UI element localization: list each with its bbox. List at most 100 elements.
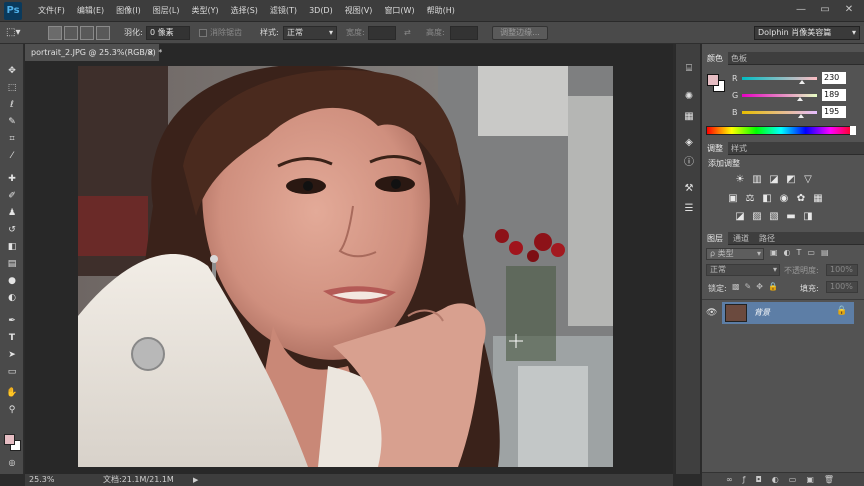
stamp-tool-icon[interactable]: ♟: [4, 206, 20, 221]
color-panel-foreground-swatch[interactable]: [707, 74, 719, 86]
menu-type[interactable]: 类型(Y): [185, 0, 224, 22]
refine-edge-button[interactable]: 调整边缘...: [492, 26, 548, 40]
menu-3d[interactable]: 3D(D): [303, 0, 339, 22]
height-input[interactable]: [450, 26, 478, 40]
subtract-selection-icon[interactable]: [80, 26, 94, 40]
layer-filter-icons[interactable]: ▣◐T▭▤: [770, 248, 860, 260]
blue-slider-handle[interactable]: [798, 114, 804, 118]
tab-swatches[interactable]: 色板: [726, 52, 752, 65]
menu-filter[interactable]: 滤镜(T): [264, 0, 303, 22]
tab-paths[interactable]: 路径: [754, 232, 780, 245]
lasso-tool-icon[interactable]: ℓ: [4, 98, 20, 113]
shape-tool-icon[interactable]: ▭: [4, 365, 20, 380]
green-slider[interactable]: [742, 94, 817, 97]
menu-layer[interactable]: 图层(L): [147, 0, 186, 22]
document-tab[interactable]: portrait_2.JPG @ 25.3%(RGB/8) * ×: [25, 44, 162, 61]
eyedropper-tool-icon[interactable]: ⁄: [4, 149, 20, 164]
layer-row-background[interactable]: 背景 🔒: [722, 302, 854, 324]
zoom-level[interactable]: 25.3%: [29, 474, 54, 486]
menu-help[interactable]: 帮助(H): [421, 0, 461, 22]
feather-input[interactable]: 0 像素: [146, 26, 190, 40]
type-tool-icon[interactable]: T: [4, 331, 20, 346]
gradient-tool-icon[interactable]: ▤: [4, 257, 20, 272]
color-balance-icon[interactable]: ⚖: [744, 193, 756, 205]
menu-image[interactable]: 图像(I): [110, 0, 147, 22]
green-slider-handle[interactable]: [797, 97, 803, 101]
threshold-icon[interactable]: ▧: [768, 211, 780, 223]
black-white-icon[interactable]: ◧: [761, 193, 773, 205]
fill-input[interactable]: 100%: [826, 281, 858, 293]
tab-adjustments[interactable]: 调整: [702, 142, 728, 155]
menu-window[interactable]: 窗口(W): [378, 0, 420, 22]
channel-mixer-icon[interactable]: ✿: [795, 193, 807, 205]
path-select-tool-icon[interactable]: ➤: [4, 348, 20, 363]
style-select[interactable]: 正常 ▾: [283, 26, 337, 40]
green-value-input[interactable]: 189: [822, 89, 846, 101]
marquee-tool-icon[interactable]: ⬚: [4, 81, 20, 96]
pen-tool-icon[interactable]: ✒: [4, 314, 20, 329]
crop-tool-icon[interactable]: ⌗: [4, 132, 20, 147]
color-lookup-icon[interactable]: ▦: [812, 193, 824, 205]
tab-styles[interactable]: 样式: [726, 142, 752, 155]
vibrance-icon[interactable]: ▽: [802, 174, 814, 186]
histogram-icon[interactable]: ▦: [682, 110, 696, 124]
tab-color[interactable]: 颜色: [702, 52, 728, 65]
zoom-tool-icon[interactable]: ⚲: [4, 403, 20, 418]
eraser-tool-icon[interactable]: ◧: [4, 240, 20, 255]
info-panel-icon[interactable]: ⓘ: [682, 156, 696, 170]
marquee-preset-icon[interactable]: ⬚▾: [6, 25, 30, 41]
tool-presets-icon[interactable]: ✺: [682, 90, 696, 104]
blue-slider[interactable]: [742, 111, 817, 114]
width-input[interactable]: [368, 26, 396, 40]
brush-tool-icon[interactable]: ✐: [4, 189, 20, 204]
dodge-tool-icon[interactable]: ◐: [4, 291, 20, 306]
menu-view[interactable]: 视图(V): [339, 0, 379, 22]
brush-panel-icon[interactable]: ⚒: [682, 182, 696, 196]
layer-visibility-eye-icon[interactable]: 👁: [706, 308, 718, 318]
menu-file[interactable]: 文件(F): [32, 0, 71, 22]
blue-value-input[interactable]: 195: [822, 106, 846, 118]
restore-button[interactable]: ▭: [814, 2, 836, 18]
quick-mask-icon[interactable]: ◎: [4, 455, 20, 470]
spectrum-white-swatch[interactable]: [850, 126, 856, 135]
history-brush-icon[interactable]: ↺: [4, 223, 20, 238]
status-menu-arrow-icon[interactable]: ▶: [193, 474, 198, 486]
add-selection-icon[interactable]: [64, 26, 78, 40]
blend-mode-select[interactable]: 正常 ▾: [706, 264, 780, 276]
tab-layers[interactable]: 图层: [702, 232, 728, 245]
blur-tool-icon[interactable]: ●: [4, 274, 20, 289]
hue-saturation-icon[interactable]: ▣: [727, 193, 739, 205]
close-window-button[interactable]: ✕: [838, 2, 860, 18]
levels-icon[interactable]: ▥: [751, 174, 763, 186]
selective-color-icon[interactable]: ◨: [802, 211, 814, 223]
red-slider-handle[interactable]: [799, 80, 805, 84]
layers-footer-icons[interactable]: ∞ƒ◘◐▭▣🗑: [702, 472, 864, 486]
navigator-icon[interactable]: ◈: [682, 136, 696, 150]
brightness-icon[interactable]: ☀: [734, 174, 746, 186]
intersect-selection-icon[interactable]: [96, 26, 110, 40]
menu-edit[interactable]: 编辑(E): [71, 0, 110, 22]
foreground-color-swatch[interactable]: [4, 434, 15, 445]
minimize-button[interactable]: —: [790, 2, 812, 18]
opacity-input[interactable]: 100%: [826, 264, 858, 276]
lock-icons[interactable]: ▩✎✥🔒: [732, 282, 792, 293]
gradient-map-icon[interactable]: ▬: [785, 211, 797, 223]
color-spectrum-bar[interactable]: [706, 126, 856, 135]
properties-panel-icon[interactable]: ☰: [682, 202, 696, 216]
image-canvas[interactable]: [78, 66, 613, 467]
exposure-icon[interactable]: ◩: [785, 174, 797, 186]
antialias-checkbox[interactable]: [199, 29, 207, 37]
move-tool-icon[interactable]: ✥: [4, 64, 20, 79]
menu-select[interactable]: 选择(S): [225, 0, 264, 22]
photo-filter-icon[interactable]: ◉: [778, 193, 790, 205]
history-panel-icon[interactable]: ⌸: [682, 62, 696, 76]
layer-filter-select[interactable]: ρ 类型 ▾: [706, 248, 764, 260]
red-value-input[interactable]: 230: [822, 72, 846, 84]
curves-icon[interactable]: ◪: [768, 174, 780, 186]
tab-channels[interactable]: 通道: [728, 232, 754, 245]
close-tab-icon[interactable]: ×: [147, 44, 154, 61]
hand-tool-icon[interactable]: ✋: [4, 386, 20, 401]
red-slider[interactable]: [742, 77, 817, 80]
new-selection-icon[interactable]: [48, 26, 62, 40]
healing-tool-icon[interactable]: ✚: [4, 172, 20, 187]
